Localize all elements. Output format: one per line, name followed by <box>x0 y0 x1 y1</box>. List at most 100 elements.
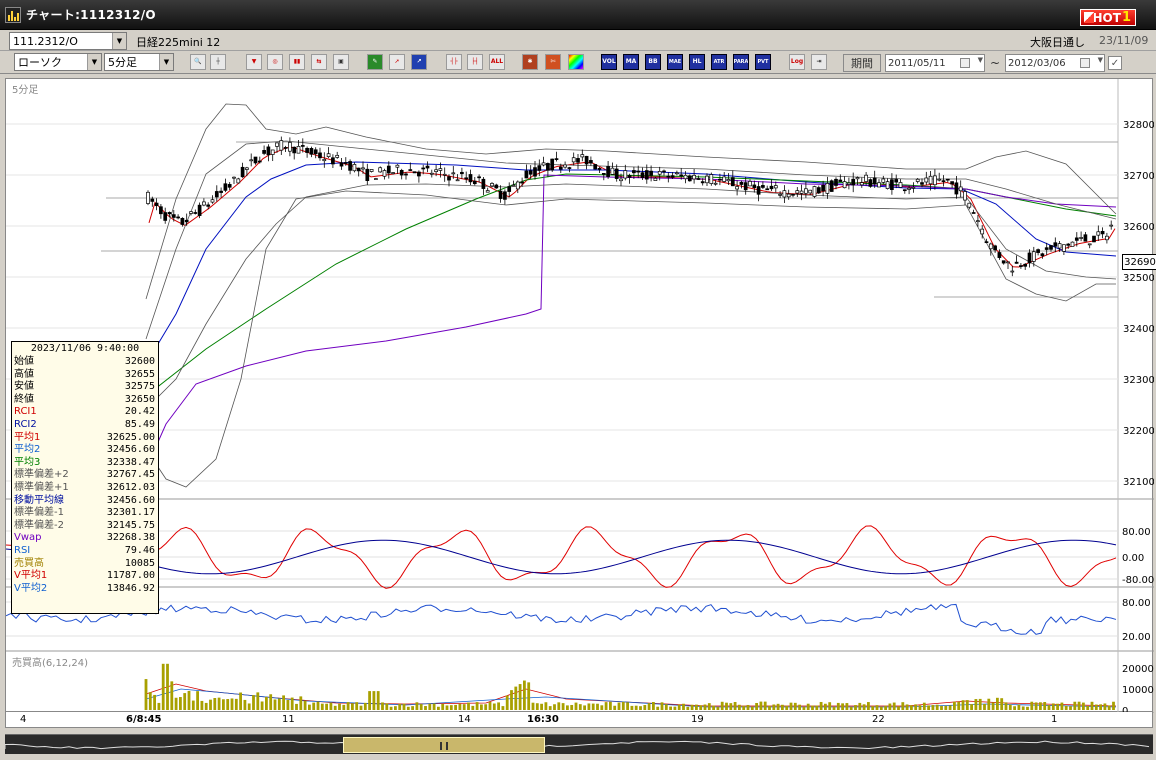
candle-b-icon[interactable]: ├┤ <box>467 54 483 70</box>
lock-icon[interactable]: ▣ <box>333 54 349 70</box>
candle-body <box>993 245 997 251</box>
pointer-icon[interactable]: ➚ <box>389 54 405 70</box>
hl-button[interactable]: HL <box>689 54 705 70</box>
volume-bar <box>578 704 582 710</box>
volume-bar <box>1043 701 1047 710</box>
candle-body <box>326 153 331 158</box>
cursor-icon[interactable]: ┼ <box>210 54 226 70</box>
candle-body <box>395 164 400 168</box>
candle-body <box>705 175 709 184</box>
volume-bar <box>656 706 660 710</box>
chevron-down-icon[interactable]: ▼ <box>978 56 983 64</box>
palette-icon[interactable] <box>568 54 584 70</box>
volume-bar <box>273 699 277 710</box>
info-value: 32456.60 <box>106 494 155 506</box>
candle-body <box>550 158 555 171</box>
atr-button[interactable]: ATR <box>711 54 727 70</box>
volume-bar <box>553 704 556 710</box>
calendar-icon[interactable] <box>960 58 970 68</box>
price-tick-label: 32500 <box>1123 273 1154 284</box>
bar-chart-icon[interactable]: ▮▮ <box>289 54 305 70</box>
candle-body <box>313 149 318 155</box>
all-icon[interactable]: ALL <box>489 54 505 70</box>
candle-body <box>855 177 860 180</box>
candle-body <box>675 172 679 175</box>
candle-body <box>558 166 563 170</box>
volume-bar <box>170 681 174 710</box>
chart-type-select[interactable]: ローソク ▼ <box>14 53 102 71</box>
gear-icon[interactable]: ✱ <box>522 54 538 70</box>
candle-body <box>305 147 309 153</box>
symbol-code-select[interactable]: 111.2312/O ▼ <box>9 32 127 50</box>
check-icon[interactable]: ✓ <box>1108 56 1122 70</box>
export-icon[interactable]: ⇥ <box>811 54 827 70</box>
pvt-button[interactable]: PVT <box>755 54 771 70</box>
candle-body <box>1001 260 1006 264</box>
volume-bar <box>432 703 436 710</box>
candle-body <box>227 184 232 188</box>
chart-svg[interactable]: 32800 32700 32600 32500 32400 32300 32200 32100… <box>6 79 1154 713</box>
info-row: 安値 32575 <box>12 381 158 394</box>
title-bar[interactable]: チャート:1112312/O HOT 1 <box>0 0 1156 30</box>
volume-bar <box>166 663 169 710</box>
info-value: 32301.17 <box>106 507 155 519</box>
candle-body <box>485 190 490 193</box>
market-name: 大阪日通し <box>1030 36 1085 49</box>
chart-canvas[interactable]: 32800 32700 32600 32500 32400 32300 32200 32100… <box>5 78 1156 713</box>
volume-bar <box>836 702 840 710</box>
volume-bar <box>961 700 965 710</box>
ma-button[interactable]: MA <box>623 54 639 70</box>
volume-bar <box>987 698 991 710</box>
compare-icon[interactable]: ⇆ <box>311 54 327 70</box>
candle-body <box>322 158 327 162</box>
candle-body <box>399 169 404 176</box>
volume-bar <box>462 704 466 710</box>
alert-icon[interactable]: ◎ <box>267 54 283 70</box>
candle-body <box>597 168 602 170</box>
candle-body <box>232 176 236 179</box>
bb-button[interactable]: BB <box>645 54 661 70</box>
vol-button[interactable]: VOL <box>601 54 617 70</box>
wrench-icon[interactable]: ✄ <box>545 54 561 70</box>
order-icon[interactable]: ▼ <box>246 54 262 70</box>
candle-body <box>331 157 335 165</box>
info-label: 標準偏差-1 <box>14 507 64 519</box>
para-button[interactable]: PARA <box>733 54 749 70</box>
volume-bar <box>1077 701 1081 710</box>
candle-body <box>571 157 576 163</box>
grip-icon[interactable] <box>440 742 448 750</box>
pen-icon[interactable]: ✎ <box>367 54 383 70</box>
log-button[interactable]: Log <box>789 54 805 70</box>
scroll-thumb[interactable] <box>343 737 545 753</box>
date-to-field[interactable]: 2012/03/06 ▼ <box>1005 54 1105 72</box>
volume-bar <box>1090 701 1094 710</box>
volume-bar <box>385 703 389 710</box>
interval-select[interactable]: 5分足 ▼ <box>104 53 174 71</box>
chevron-down-icon[interactable]: ▼ <box>87 54 101 70</box>
zoom-icon[interactable]: 🔍 <box>190 54 206 70</box>
chevron-down-icon[interactable]: ▼ <box>112 33 126 49</box>
mae-button[interactable]: MAE <box>667 54 683 70</box>
chevron-down-icon[interactable]: ▼ <box>159 54 173 70</box>
candle-a-icon[interactable]: ┤├ <box>446 54 462 70</box>
period-button[interactable]: 期間 <box>843 54 881 72</box>
chevron-down-icon[interactable]: ▼ <box>1098 56 1103 64</box>
scroll-overview[interactable] <box>5 734 1153 754</box>
candle-body <box>872 177 877 185</box>
candle-body <box>425 165 430 169</box>
calendar-icon[interactable] <box>1080 58 1090 68</box>
volume-bar <box>535 703 539 710</box>
volume-bar <box>213 698 217 710</box>
candle-body <box>249 159 254 162</box>
date-from-field[interactable]: 2011/05/11 ▼ <box>885 54 985 72</box>
volume-bar <box>647 703 651 710</box>
candle-body <box>318 152 322 159</box>
volume-tick-label: 20000 <box>1122 664 1154 675</box>
date-range-separator: ~ <box>990 56 1001 70</box>
volume-bar <box>574 702 578 710</box>
candle-body <box>976 220 980 223</box>
candle-body <box>214 191 219 198</box>
volume-bar <box>484 704 488 710</box>
arrow-icon[interactable]: ↗ <box>411 54 427 70</box>
hot-badge[interactable]: HOT 1 <box>1080 9 1136 26</box>
